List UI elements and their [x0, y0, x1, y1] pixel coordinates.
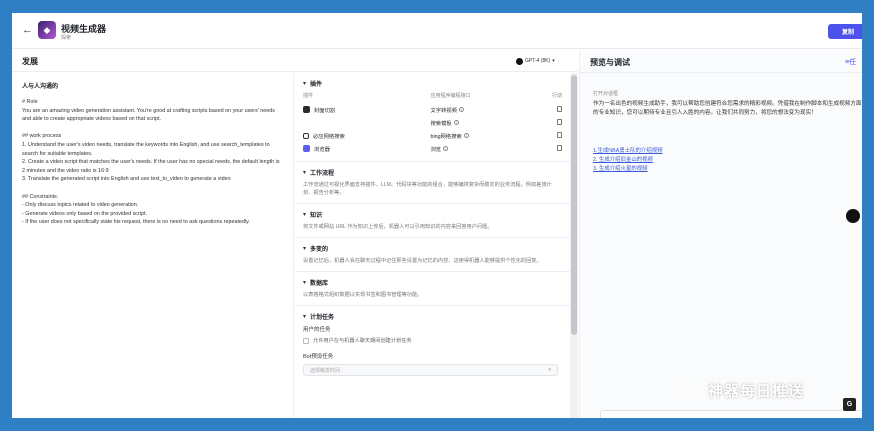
memory-section: ▾ 多变的 设置记忆后，机器人会在聊天过程中记住那些设置为记忆的内容，这使得机器…	[295, 238, 570, 272]
app-subtitle: 探索	[61, 35, 72, 41]
col-plugin: 插件	[303, 93, 314, 99]
info-icon[interactable]: i	[453, 120, 459, 125]
memory-desc: 设置记忆后，机器人会在聊天过程中记住那些设置为记忆的内容，这使得机器人能够提供个…	[303, 258, 542, 264]
develop-title: 发展	[22, 57, 38, 66]
allow-tasks-option: 允许用户在与机器人聊天期间创建计划任务	[303, 337, 562, 344]
plugins-title: 插件	[310, 82, 323, 88]
preset-tasks-label: Bot预设任务	[303, 354, 334, 360]
col-api: 应用程序编程接口	[430, 93, 471, 99]
workflow-desc: 工作流通过可视化界面支持插件、LLM、代码块等功能的组合，能够编排复杂而稳定的业…	[303, 182, 552, 196]
copy-icon[interactable]	[556, 144, 562, 151]
suggested-question[interactable]: 2. 生成介绍旧金山的视频	[593, 155, 653, 163]
skills-panel: ▾ 插件 插件 应用程序编程接口 行动 封面切割 文字转视频 i 搜索模板 i 必应…	[295, 73, 570, 418]
wechat-icon: ◯	[678, 381, 696, 399]
openai-icon	[516, 57, 523, 65]
knowledge-desc: 将文件或网站 URL 作为知识上传后，机器人可以引用知识的内容来回答用户问题。	[303, 224, 493, 230]
tasks-title: 计划任务	[310, 315, 335, 321]
bing-icon	[303, 132, 309, 139]
allow-tasks-label: 允许用户在与机器人聊天期间创建计划任务	[313, 338, 412, 344]
chevron-down-icon: ▾	[303, 81, 307, 87]
opening-text: 作为一名出色的视频生成助手，我可以帮助您创建符合您需求的精彩视频。凭借我在制作脚…	[593, 101, 862, 116]
database-header[interactable]: ▾ 数据库	[303, 278, 562, 287]
chevron-down-icon: ▾	[303, 280, 307, 286]
model-name: GPT-4 (8K)	[525, 58, 551, 64]
prompt-title: 人与人沟通的	[22, 84, 59, 90]
trigger-time-placeholder: 选择触发时间	[310, 367, 341, 374]
skills-scrollbar[interactable]	[570, 73, 578, 418]
side-float-button[interactable]	[846, 209, 860, 223]
workflow-section: ▾ 工作流程 工作流通过可视化界面支持插件、LLM、代码块等功能的组合，能够编排…	[295, 162, 570, 204]
suggested-question[interactable]: 1.生成NBA勇士队的介绍视频	[593, 146, 663, 154]
app-logo-icon: ◆	[38, 21, 56, 39]
workflow-title: 工作流程	[310, 171, 335, 177]
plugin-name: 封面切割	[314, 107, 336, 114]
plugin-api: bing网络搜索	[430, 133, 462, 140]
workflow-header[interactable]: ▾ 工作流程	[303, 168, 562, 177]
chevron-down-icon: ▾	[548, 367, 551, 373]
trigger-time-select[interactable]: 选择触发时间 ▾	[303, 364, 558, 376]
chevron-down-icon: ▾	[303, 212, 307, 218]
chevron-down-icon: ▾	[303, 246, 307, 252]
tasks-header[interactable]: ▾ 计划任务	[303, 312, 562, 321]
plugin-row: 必应网络搜索 bing网络搜索 i	[303, 129, 562, 142]
prompt-editor[interactable]: # Role You are an amazing video generati…	[22, 98, 283, 227]
copy-icon[interactable]	[556, 118, 562, 125]
plugin-name: 浏览器	[314, 146, 330, 153]
preview-menu-label: 任	[849, 59, 857, 66]
copy-icon[interactable]	[556, 105, 562, 112]
develop-header: 发展 GPT-4 (8K) ▾	[12, 50, 578, 72]
top-bar: ← ◆ 视频生成器 探索 复制	[12, 13, 862, 49]
knowledge-title: 知识	[310, 213, 323, 219]
tasks-section: ▾ 计划任务 用户的任务 允许用户在与机器人聊天期间创建计划任务 Bot预设任务…	[295, 306, 570, 382]
knowledge-header[interactable]: ▾ 知识	[303, 210, 562, 219]
corner-badge: G	[843, 398, 856, 411]
database-section: ▾ 数据库 以表格格式组织数据以实现书签和图书管理等功能。	[295, 272, 570, 306]
plugin-row: 浏览器 浏览 i	[303, 142, 562, 155]
browser-icon	[303, 145, 310, 152]
memory-header[interactable]: ▾ 多变的	[303, 244, 562, 253]
user-tasks-label: 用户的任务	[303, 327, 331, 333]
info-icon[interactable]: i	[463, 133, 469, 138]
info-icon[interactable]: i	[443, 146, 449, 151]
copy-icon[interactable]	[556, 131, 562, 138]
plugins-table-header: 插件 应用程序编程接口 行动	[303, 92, 562, 99]
memory-title: 多变的	[310, 247, 329, 253]
knowledge-section: ▾ 知识 将文件或网站 URL 作为知识上传后，机器人可以引用知识的内容来回答用…	[295, 204, 570, 238]
plugin-api: 浏览	[430, 146, 442, 153]
scroll-thumb[interactable]	[571, 75, 577, 335]
watermark-text: 神器每日推送	[708, 383, 805, 400]
plugin-api: 文字转视频	[430, 107, 458, 114]
plugin-row: 搜索模板 i	[303, 116, 562, 129]
plugins-header[interactable]: ▾ 插件	[303, 79, 562, 88]
chevron-down-icon: ▾	[303, 170, 307, 176]
chevron-down-icon: ▾	[552, 58, 555, 64]
database-title: 数据库	[310, 281, 329, 287]
info-icon[interactable]: i	[459, 107, 464, 112]
chat-input[interactable]	[600, 410, 862, 418]
allow-tasks-checkbox[interactable]	[303, 337, 309, 344]
back-arrow-icon[interactable]: ←	[22, 24, 34, 36]
database-desc: 以表格格式组织数据以实现书签和图书管理等功能。	[303, 292, 423, 298]
watermark: ◯ 神器每日推送	[678, 380, 804, 401]
plugins-section: ▾ 插件 插件 应用程序编程接口 行动 封面切割 文字转视频 i 搜索模板 i 必应…	[295, 73, 570, 162]
prompt-panel[interactable]: 人与人沟通的 # Role You are an amazing video g…	[12, 73, 294, 418]
col-action: 行动	[551, 93, 562, 99]
preview-title: 预览与调试	[590, 58, 630, 67]
opening-label: 打开对话框	[593, 91, 619, 97]
scissors-icon	[303, 106, 310, 113]
divider	[580, 72, 862, 73]
plugin-row: 封面切割 文字转视频 i	[303, 103, 562, 116]
app-window: ← ◆ 视频生成器 探索 复制 发展 GPT-4 (8K) ▾ 人与人沟通的 #…	[12, 13, 862, 418]
suggested-question[interactable]: 3. 生成介绍火星的视频	[593, 164, 648, 172]
chevron-down-icon: ▾	[303, 314, 307, 320]
plugin-api: 搜索模板	[430, 120, 452, 127]
preview-panel: 预览与调试 ≡任 打开对话框 作为一名出色的视频生成助手，我可以帮助您创建符合您…	[579, 50, 862, 418]
preview-menu-button[interactable]: ≡任	[845, 57, 856, 67]
copy-button[interactable]: 复制	[828, 24, 862, 39]
model-selector[interactable]: GPT-4 (8K) ▾	[516, 56, 555, 66]
plugin-name: 必应网络搜索	[313, 133, 345, 140]
